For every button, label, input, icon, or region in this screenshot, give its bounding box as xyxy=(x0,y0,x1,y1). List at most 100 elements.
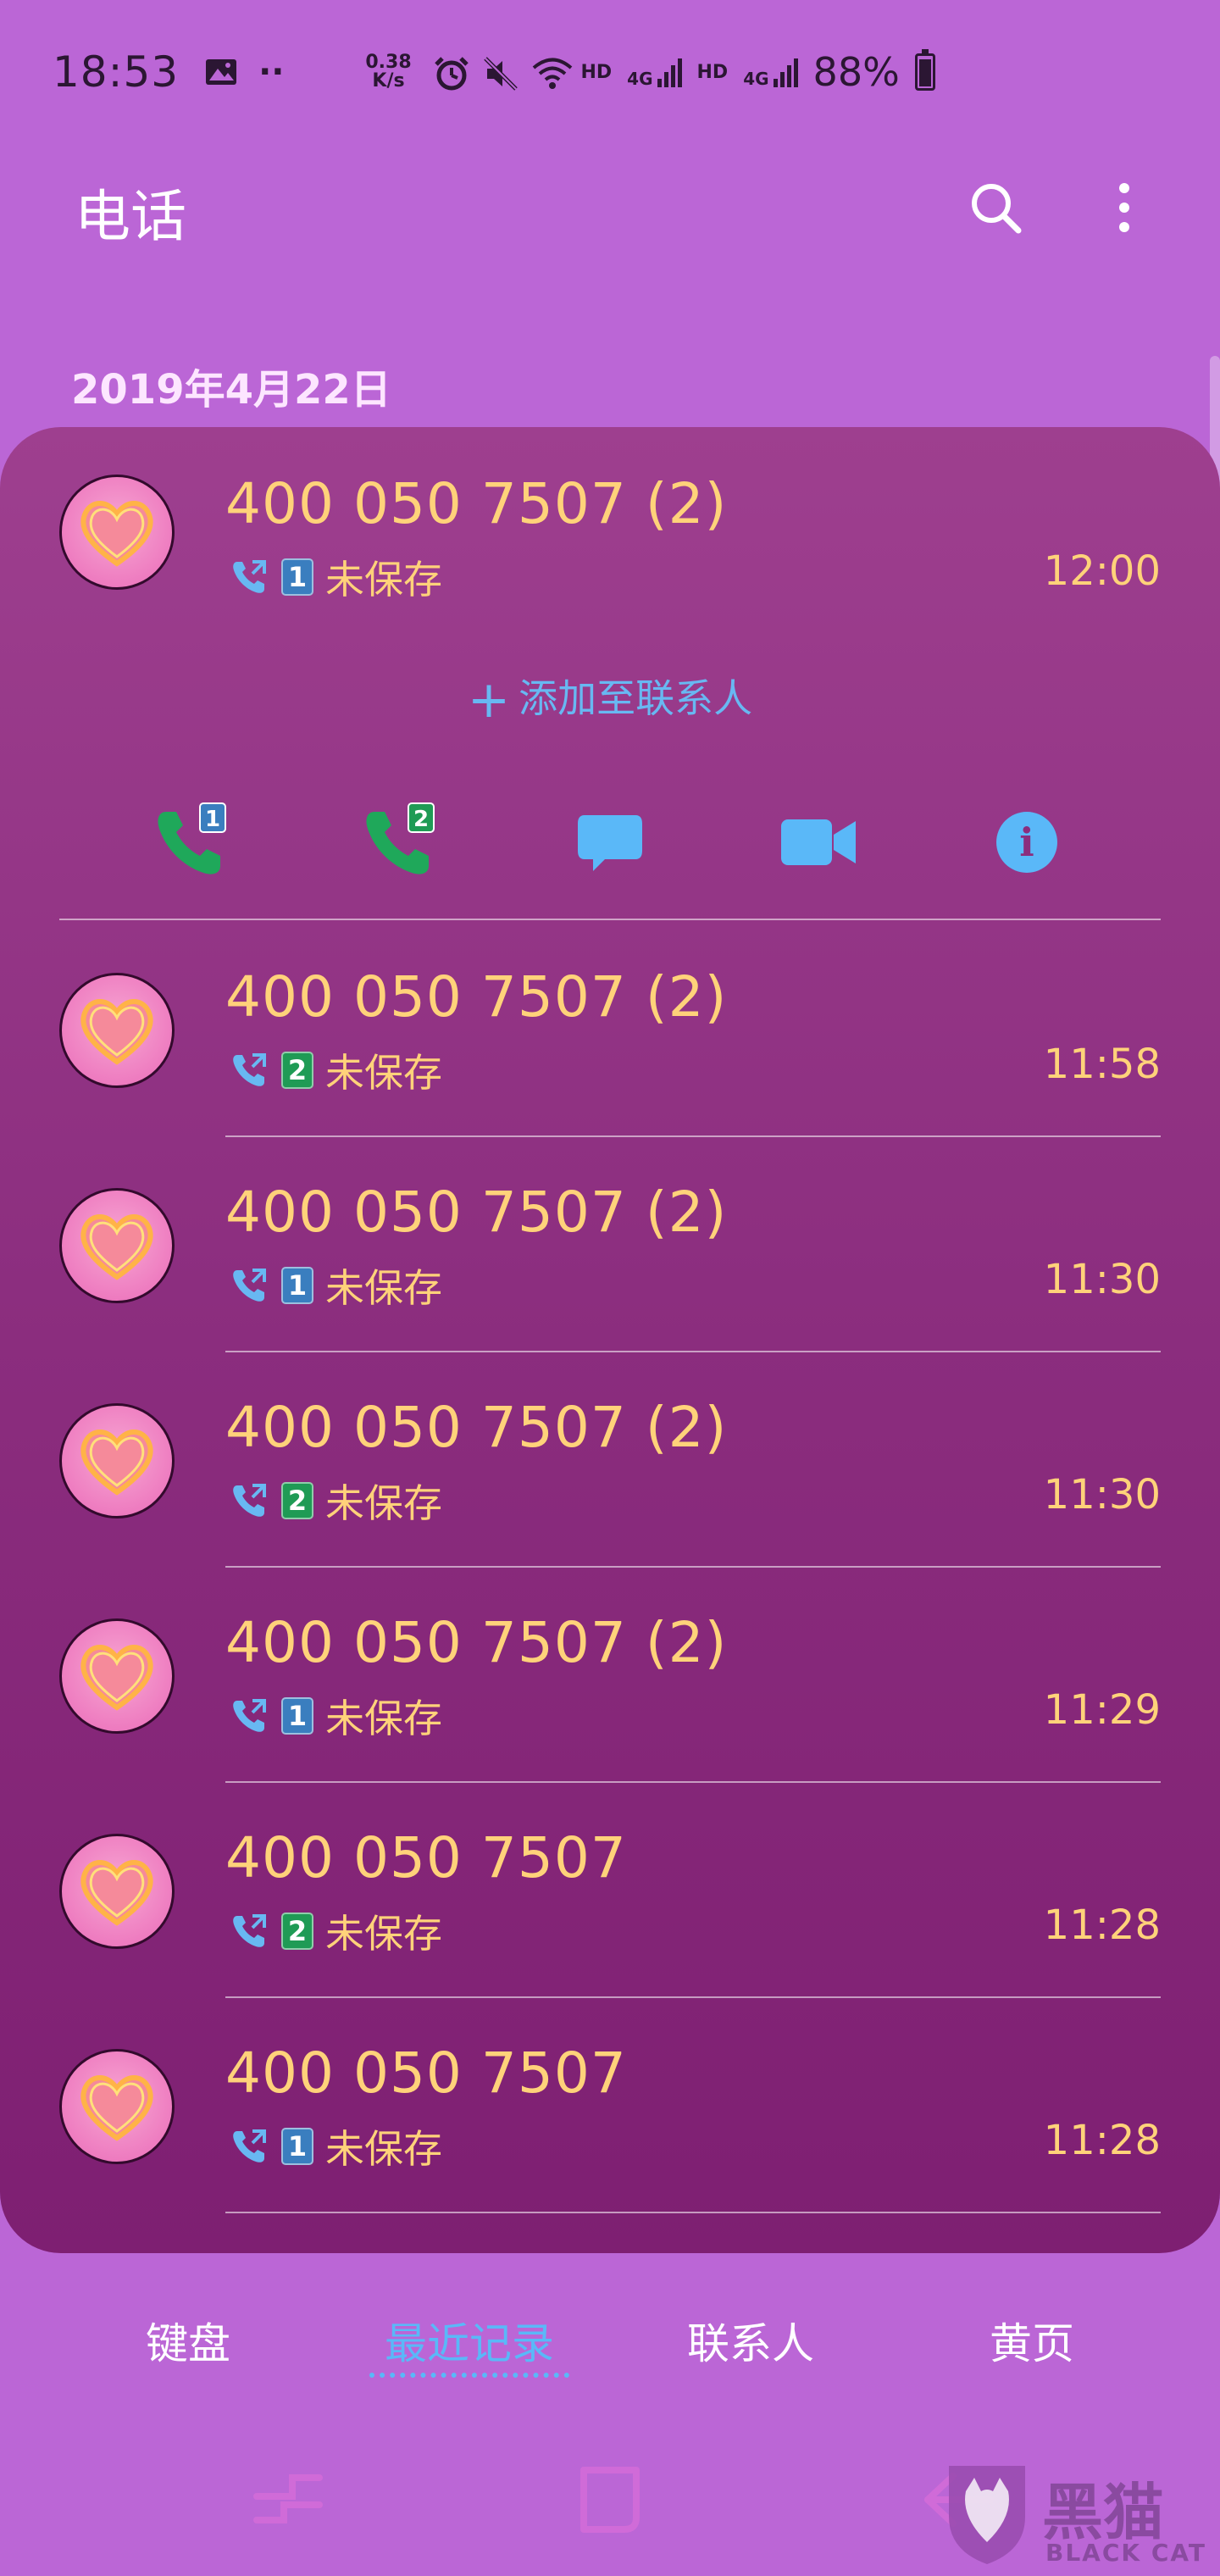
call-row[interactable]: 400 050 7507 1 未保存 11:28 xyxy=(0,1998,1220,2213)
search-button[interactable] xyxy=(957,169,1034,246)
message-icon xyxy=(578,815,642,871)
tab-yellow-pages[interactable]: 黄页 xyxy=(905,2310,1159,2371)
phone-number: 400 050 7507 xyxy=(225,1825,627,1890)
heart-avatar-icon xyxy=(80,1860,153,1926)
add-to-contacts-label: 添加至联系人 xyxy=(518,675,753,721)
contact-avatar[interactable] xyxy=(59,1618,175,1734)
more-options-button[interactable] xyxy=(1086,169,1162,246)
more-vert-icon xyxy=(1119,183,1129,232)
tab-keypad[interactable]: 键盘 xyxy=(61,2310,315,2371)
active-tab-indicator xyxy=(369,2373,569,2378)
watermark-logo: 黑猫 BLACK CAT xyxy=(940,2457,1212,2576)
plus-icon: + xyxy=(467,670,511,730)
outgoing-call-icon xyxy=(233,1484,266,1517)
contact-avatar[interactable] xyxy=(59,973,175,1088)
network-speed: 0.38 K/s xyxy=(365,52,412,92)
phone-sim2-icon: 2 xyxy=(366,802,435,874)
contact-status: 未保存 xyxy=(325,1265,442,1311)
contact-status: 未保存 xyxy=(325,557,442,602)
call-row-expanded[interactable]: 400 050 7507 (2) 1 未保存 12:00 +添加至联系人 1 xyxy=(0,427,1220,922)
sim-badge: 2 xyxy=(281,1052,313,1089)
sim-badge: 1 xyxy=(281,1697,313,1735)
heart-avatar-icon xyxy=(80,501,153,567)
status-time: 18:53 xyxy=(53,47,180,97)
battery-percent: 88% xyxy=(812,49,900,95)
recent-apps-button[interactable] xyxy=(246,2457,330,2542)
hd-voice-2: HD xyxy=(696,61,729,83)
sim-badge: 2 xyxy=(281,1913,313,1950)
app-bar: 电话 xyxy=(0,144,1220,271)
svg-text:i: i xyxy=(1019,819,1034,865)
call-time: 12:00 xyxy=(1043,547,1161,595)
row-divider xyxy=(225,2212,1161,2213)
heart-avatar-icon xyxy=(80,1430,153,1496)
outgoing-call-icon xyxy=(233,560,266,593)
watermark-subtext: BLACK CAT xyxy=(1045,2539,1206,2567)
outgoing-call-icon xyxy=(233,2129,266,2162)
phone-number: 400 050 7507 xyxy=(225,2040,627,2106)
phone-number: 400 050 7507 (2) xyxy=(225,1610,728,1675)
contact-avatar[interactable] xyxy=(59,1834,175,1949)
contact-avatar[interactable] xyxy=(59,1403,175,1518)
hd-voice-1: HD xyxy=(580,61,613,83)
phone-number: 400 050 7507 (2) xyxy=(225,964,728,1030)
recent-apps-icon xyxy=(253,2474,323,2523)
call-details: 1 未保存 xyxy=(229,1257,442,1313)
phone-number: 400 050 7507 (2) xyxy=(225,1180,728,1245)
call-time: 11:30 xyxy=(1043,1256,1161,1303)
black-cat-shield-icon xyxy=(949,2466,1025,2564)
signal-sim1: 4G xyxy=(627,55,682,89)
wifi-icon xyxy=(531,55,573,89)
call-time: 11:29 xyxy=(1043,1686,1161,1734)
add-to-contacts-button[interactable]: + 添加至联系人 xyxy=(0,668,1220,730)
contact-status: 未保存 xyxy=(325,1050,442,1096)
sim-badge: 1 xyxy=(281,558,313,596)
call-time: 11:58 xyxy=(1043,1041,1161,1088)
status-icons: ·· 0.38 K/s HD 4G HD 4G 88% xyxy=(204,49,935,95)
call-details: 2 未保存 xyxy=(229,1473,442,1529)
message-button[interactable] xyxy=(559,791,661,893)
outgoing-call-icon xyxy=(233,1699,266,1732)
mute-icon xyxy=(482,55,518,91)
call-row[interactable]: 400 050 7507 (2) 2 未保存 11:58 xyxy=(0,922,1220,1137)
call-row[interactable]: 400 050 7507 (2) 1 未保存 11:29 xyxy=(0,1568,1220,1783)
call-details: 1 未保存 xyxy=(229,1688,442,1744)
contact-status: 未保存 xyxy=(325,1696,442,1741)
battery-icon xyxy=(914,49,935,91)
call-details: 1 未保存 xyxy=(229,2118,442,2174)
contact-status: 未保存 xyxy=(325,1911,442,1957)
outgoing-call-icon xyxy=(233,1914,266,1947)
svg-text:1: 1 xyxy=(205,807,220,832)
call-row[interactable]: 400 050 7507 (2) 2 未保存 11:30 xyxy=(0,1352,1220,1568)
outgoing-call-icon xyxy=(233,1053,266,1086)
call-sim1-button[interactable]: 1 xyxy=(139,791,241,893)
phone-number: 400 050 7507 (2) xyxy=(225,1395,728,1460)
info-icon: i xyxy=(996,812,1057,873)
call-details: 2 未保存 xyxy=(229,1903,442,1959)
call-row[interactable]: 400 050 7507 2 未保存 11:28 xyxy=(0,1783,1220,1998)
call-time: 11:30 xyxy=(1043,1471,1161,1518)
call-sim2-button[interactable]: 2 xyxy=(347,791,449,893)
heart-avatar-icon xyxy=(80,999,153,1065)
contact-avatar[interactable] xyxy=(59,1188,175,1303)
row-divider xyxy=(59,919,1161,920)
contact-avatar[interactable] xyxy=(59,475,175,590)
signal-bars-icon xyxy=(773,58,798,87)
call-row[interactable]: 400 050 7507 (2) 1 未保存 11:30 xyxy=(0,1137,1220,1352)
tab-contacts[interactable]: 联系人 xyxy=(624,2310,878,2371)
svg-text:2: 2 xyxy=(413,807,429,832)
video-camera-icon xyxy=(781,819,856,865)
bottom-tabs: 键盘 最近记录 联系人 黄页 xyxy=(0,2279,1220,2398)
contact-avatar[interactable] xyxy=(59,2049,175,2164)
sim-badge: 1 xyxy=(281,2128,313,2165)
alarm-icon xyxy=(433,55,469,91)
video-call-button[interactable] xyxy=(768,791,869,893)
call-info-button[interactable]: i xyxy=(976,791,1078,893)
call-time: 11:28 xyxy=(1043,1901,1161,1949)
heart-avatar-icon xyxy=(80,1645,153,1711)
more-notifications-dots: ·· xyxy=(258,53,285,92)
tab-recents[interactable]: 最近记录 xyxy=(342,2310,596,2371)
search-icon xyxy=(972,184,1022,234)
home-button[interactable] xyxy=(568,2457,652,2542)
call-details: 1 未保存 xyxy=(229,549,442,605)
